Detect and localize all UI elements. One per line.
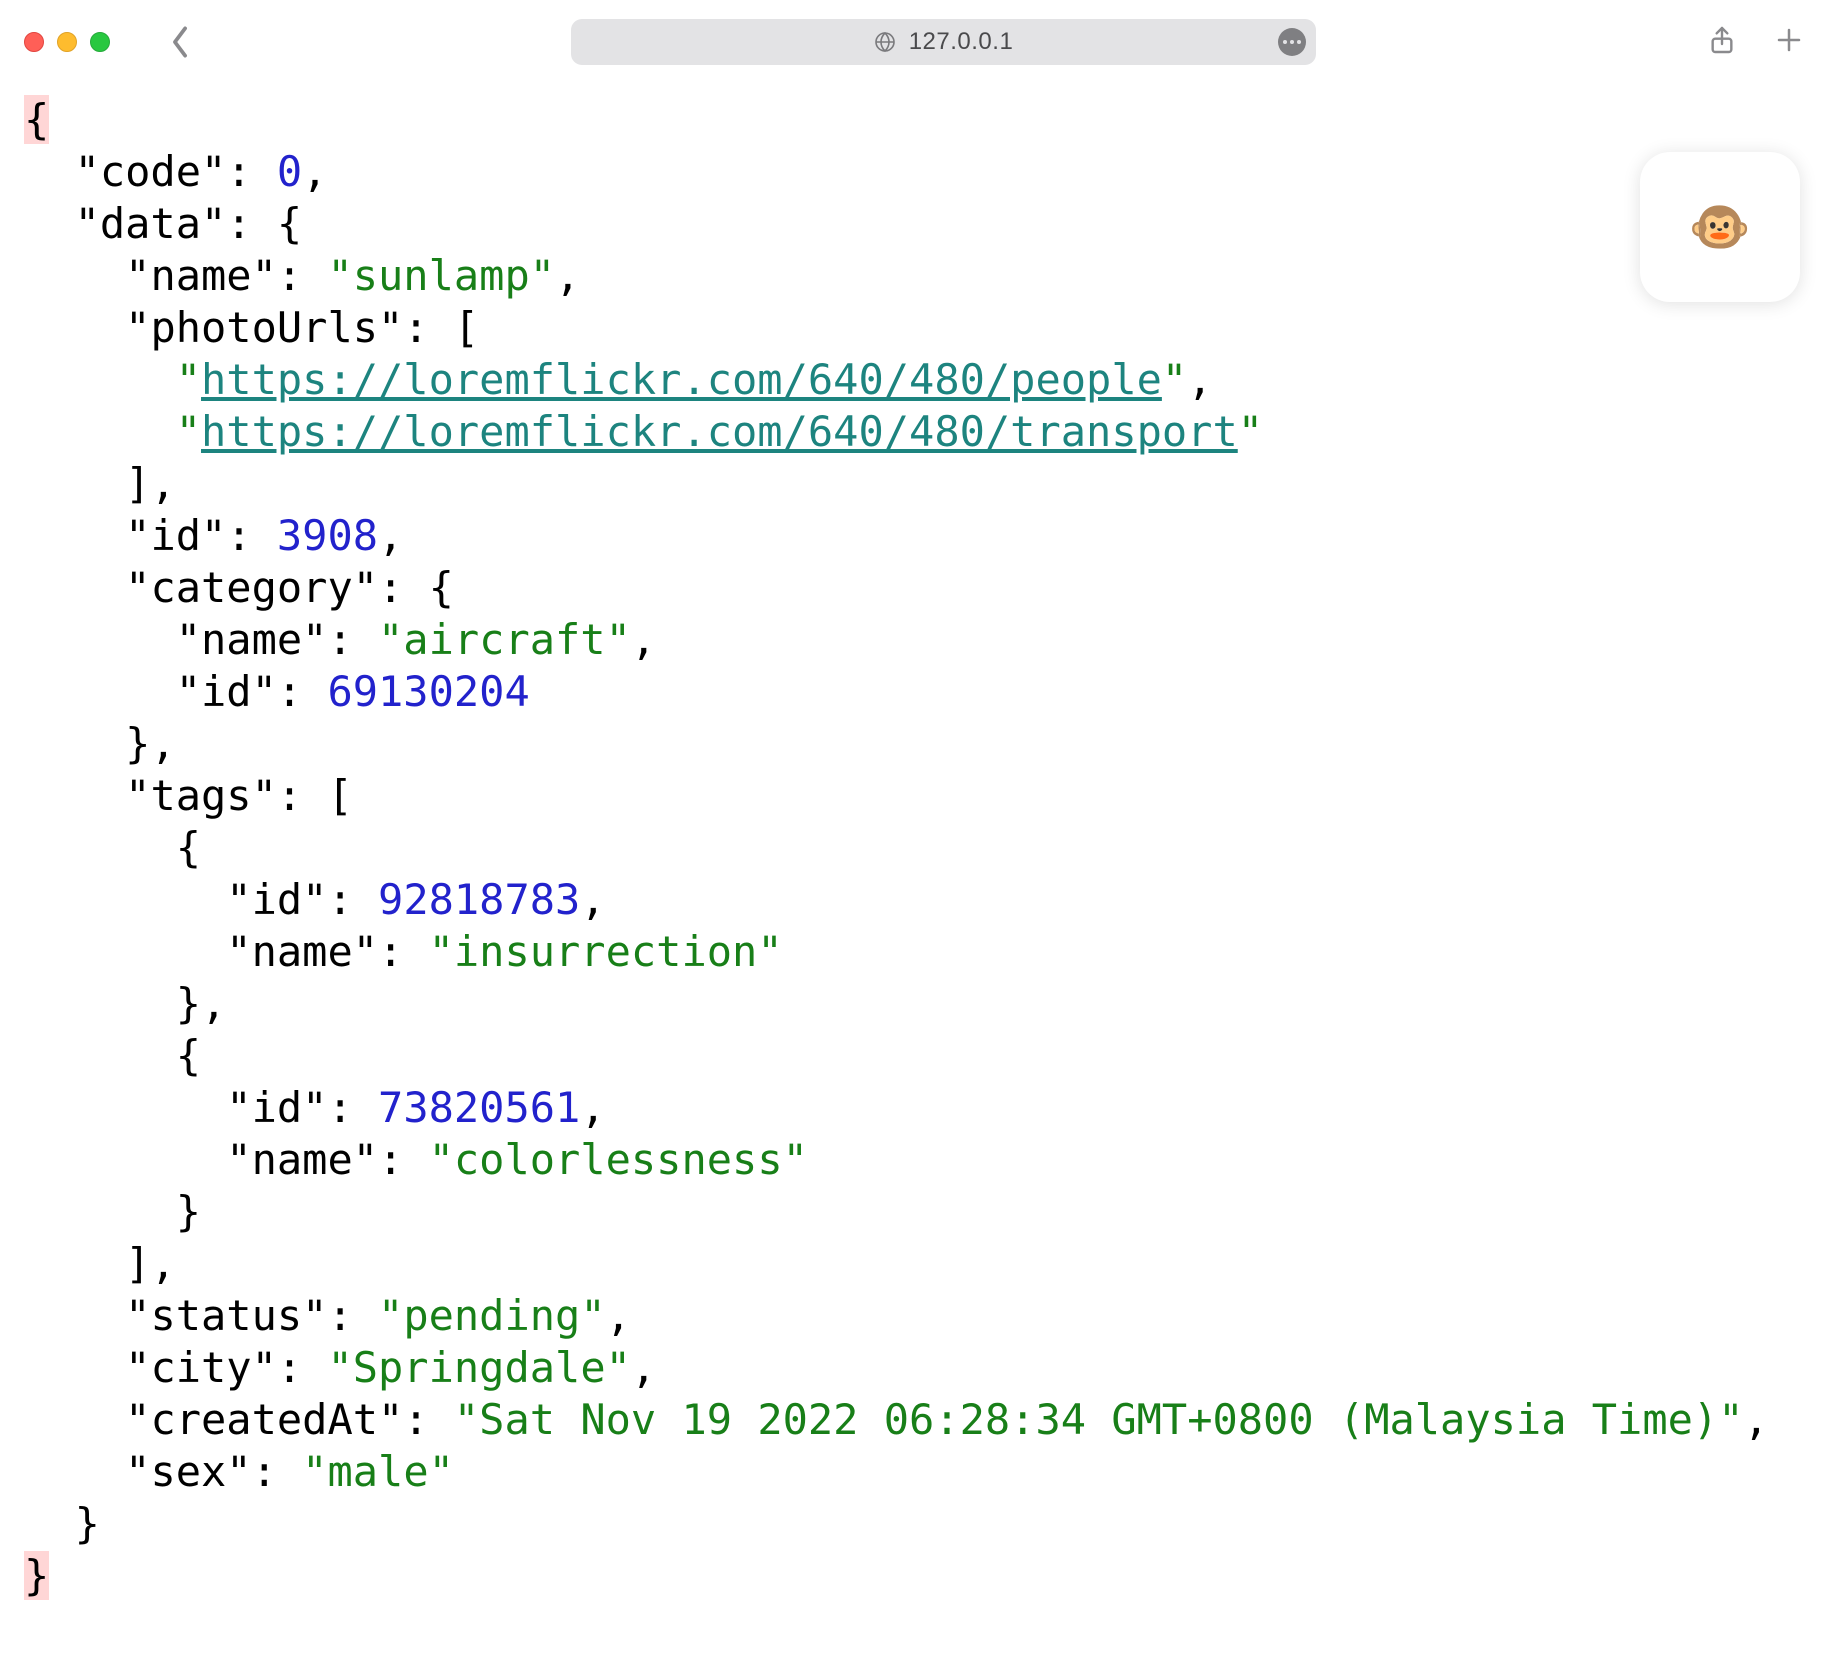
json-key: "name" xyxy=(226,1135,378,1184)
json-key: "id" xyxy=(176,667,277,716)
window-controls xyxy=(24,32,110,52)
json-number: 69130204 xyxy=(327,667,529,716)
json-string: "pending" xyxy=(378,1291,606,1340)
json-key: "photoUrls" xyxy=(125,303,403,352)
json-key: "id" xyxy=(226,1083,327,1132)
page-settings-button[interactable] xyxy=(1278,28,1306,56)
json-string: "sunlamp" xyxy=(327,251,555,300)
address-bar-wrap: 127.0.0.1 xyxy=(216,19,1670,65)
json-key: "createdAt" xyxy=(125,1395,403,1444)
json-brace-open: { xyxy=(24,95,49,144)
share-icon xyxy=(1706,24,1738,56)
chevron-left-icon xyxy=(169,25,191,59)
back-button[interactable] xyxy=(160,22,200,62)
plus-icon xyxy=(1774,25,1804,55)
json-string: "aircraft" xyxy=(378,615,631,664)
json-key: "city" xyxy=(125,1343,277,1392)
json-brace-close: } xyxy=(24,1551,49,1600)
window-minimize-button[interactable] xyxy=(57,32,77,52)
json-number: 73820561 xyxy=(378,1083,580,1132)
json-string: "male" xyxy=(302,1447,454,1496)
address-host: 127.0.0.1 xyxy=(909,28,1014,56)
monkey-icon: 🐵 xyxy=(1689,198,1751,257)
toolbar-right xyxy=(1706,24,1804,61)
json-key: "id" xyxy=(125,511,226,560)
json-key: "name" xyxy=(226,927,378,976)
json-key: "name" xyxy=(125,251,277,300)
extension-widget[interactable]: 🐵 xyxy=(1640,152,1800,302)
json-string: "insurrection" xyxy=(429,927,783,976)
json-number: 0 xyxy=(277,147,302,196)
json-key: "data" xyxy=(75,199,227,248)
new-tab-button[interactable] xyxy=(1774,25,1804,60)
json-url-link[interactable]: https://loremflickr.com/640/480/transpor… xyxy=(201,407,1238,456)
globe-icon xyxy=(873,30,897,54)
json-body: { "code": 0, "data": { "name": "sunlamp"… xyxy=(0,84,1834,1678)
json-key: "name" xyxy=(176,615,328,664)
json-key: "status" xyxy=(125,1291,327,1340)
json-key: "category" xyxy=(125,563,378,612)
json-key: "sex" xyxy=(125,1447,251,1496)
json-key: "code" xyxy=(75,147,227,196)
browser-toolbar: 127.0.0.1 xyxy=(0,0,1834,84)
json-number: 3908 xyxy=(277,511,378,560)
json-string: "colorlessness" xyxy=(429,1135,808,1184)
window-close-button[interactable] xyxy=(24,32,44,52)
json-key: "tags" xyxy=(125,771,277,820)
json-string: "Springdale" xyxy=(327,1343,630,1392)
json-number: 92818783 xyxy=(378,875,580,924)
json-key: "id" xyxy=(226,875,327,924)
json-url-link[interactable]: https://loremflickr.com/640/480/people xyxy=(201,355,1162,404)
address-bar[interactable]: 127.0.0.1 xyxy=(571,19,1316,65)
json-string: "Sat Nov 19 2022 06:28:34 GMT+0800 (Mala… xyxy=(454,1395,1744,1444)
share-button[interactable] xyxy=(1706,24,1738,61)
window-zoom-button[interactable] xyxy=(90,32,110,52)
